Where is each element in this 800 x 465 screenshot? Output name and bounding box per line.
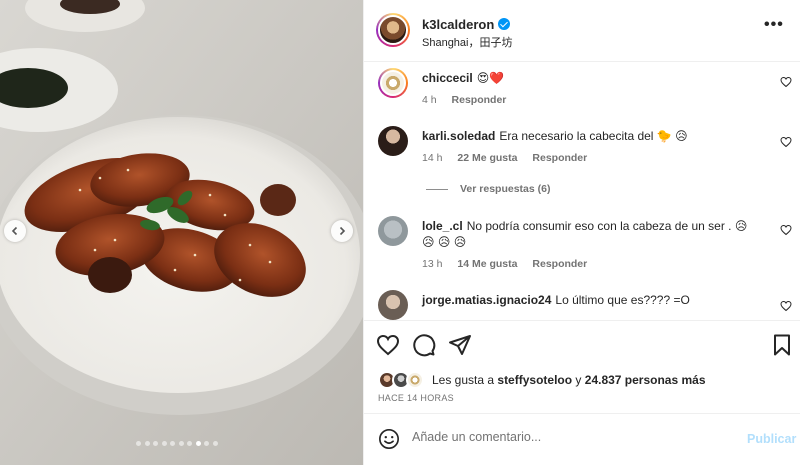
like-comment-heart-icon[interactable] <box>780 300 792 312</box>
carousel-next-button[interactable] <box>331 220 353 242</box>
share-paper-plane-icon[interactable] <box>448 333 472 357</box>
comment-meta: 13 h 14 Me gusta Responder <box>422 258 599 270</box>
comment-username[interactable]: jorge.matias.ignacio24 <box>422 293 551 307</box>
emoji-smiley-icon[interactable] <box>378 428 400 450</box>
comment-meta: 14 h 22 Me gusta Responder <box>422 152 599 164</box>
comment-bubble-icon[interactable] <box>412 333 436 357</box>
view-replies-button[interactable]: Ver respuestas (6) <box>426 183 550 195</box>
liker-avatars[interactable] <box>378 371 428 389</box>
comment-username[interactable]: karli.soledad <box>422 129 495 143</box>
comment: jorge.matias.ignacio24 Lo último que es??… <box>364 290 800 320</box>
like-comment-heart-icon[interactable] <box>780 224 792 236</box>
comment-text: No podría consumir eso con la cabeza de … <box>422 219 748 249</box>
author-username[interactable]: k3lcalderon <box>422 17 494 32</box>
commenter-avatar[interactable] <box>378 216 408 246</box>
comment-input[interactable] <box>412 430 732 444</box>
like-heart-icon[interactable] <box>376 333 400 357</box>
post-image-carousel[interactable] <box>0 0 363 465</box>
comment-body: jorge.matias.ignacio24 Lo último que es??… <box>422 292 762 308</box>
carousel-dot <box>153 441 158 446</box>
carousel-dot <box>170 441 175 446</box>
carousel-dot <box>204 441 209 446</box>
carousel-prev-button[interactable] <box>4 220 26 242</box>
comment-time: 14 h <box>422 152 443 164</box>
instagram-post-modal: k3lcalderon Shanghai，田子坊 ••• chiccecil 😍❤… <box>0 0 800 465</box>
commenter-avatar[interactable] <box>378 126 408 156</box>
likes-joiner: y <box>575 373 582 387</box>
post-comment-button[interactable]: Publicar <box>747 432 796 446</box>
likes-count[interactable]: 24.837 personas más <box>585 373 706 387</box>
commenter-avatar[interactable] <box>378 290 408 320</box>
post-details-panel: k3lcalderon Shanghai，田子坊 ••• chiccecil 😍❤… <box>363 0 800 465</box>
comment-text: Lo último que es???? =O <box>555 293 690 307</box>
comment-username[interactable]: lole_.cl <box>422 219 463 233</box>
likes-summary: Les gusta a steffysoteloo y 24.837 perso… <box>378 371 706 389</box>
post-timestamp[interactable]: HACE 14 HORAS <box>378 393 454 403</box>
post-header: k3lcalderon Shanghai，田子坊 ••• <box>364 0 800 62</box>
post-location[interactable]: Shanghai，田子坊 <box>422 34 513 50</box>
carousel-dot <box>144 441 150 446</box>
carousel-dot <box>195 441 201 446</box>
replies-divider <box>426 188 448 190</box>
more-horizontal-icon: ••• <box>764 16 784 33</box>
comment-text: Era necesario la cabecita del 🐤 😥 <box>499 129 688 143</box>
comment-likes[interactable]: 14 Me gusta <box>457 258 517 270</box>
carousel-dot <box>212 441 218 446</box>
comment-body: chiccecil 😍❤️ <box>422 70 762 86</box>
author-avatar[interactable] <box>376 13 410 47</box>
carousel-dot <box>136 441 141 446</box>
likes-prefix: Les gusta a <box>432 373 495 387</box>
comment-time: 13 h <box>422 258 443 270</box>
like-comment-heart-icon[interactable] <box>780 76 792 88</box>
carousel-dot <box>161 441 167 446</box>
author-username-row[interactable]: k3lcalderon <box>422 17 511 32</box>
add-comment-bar: Publicar <box>364 413 800 465</box>
comment-text: 😍❤️ <box>476 71 505 85</box>
carousel-dot <box>187 441 192 446</box>
comment-likes[interactable]: 22 Me gusta <box>457 152 517 164</box>
comment-username[interactable]: chiccecil <box>422 71 473 85</box>
food-photo <box>0 0 363 465</box>
view-replies-label[interactable]: Ver respuestas (6) <box>460 183 550 195</box>
carousel-dot <box>178 441 184 446</box>
comment-body: karli.soledad Era necesario la cabecita d… <box>422 128 762 144</box>
comment-meta: 4 h Responder <box>422 94 518 106</box>
comment-body: lole_.cl No podría consumir eso con la ca… <box>422 218 762 250</box>
reply-button[interactable]: Responder <box>532 258 587 270</box>
comment-time: 4 h <box>422 94 437 106</box>
post-actions <box>364 320 800 357</box>
verified-badge-icon <box>498 18 511 30</box>
like-comment-heart-icon[interactable] <box>780 136 792 148</box>
reply-button[interactable]: Responder <box>532 152 587 164</box>
reply-button[interactable]: Responder <box>452 94 507 106</box>
chevron-right-icon <box>339 226 346 236</box>
save-bookmark-icon[interactable] <box>770 333 794 357</box>
commenter-avatar[interactable] <box>378 68 408 98</box>
liker-avatar <box>406 371 424 389</box>
carousel-dots <box>136 441 218 446</box>
more-options-button[interactable]: ••• <box>764 17 784 33</box>
liker-username[interactable]: steffysoteloo <box>497 373 572 387</box>
chevron-left-icon <box>11 226 18 236</box>
